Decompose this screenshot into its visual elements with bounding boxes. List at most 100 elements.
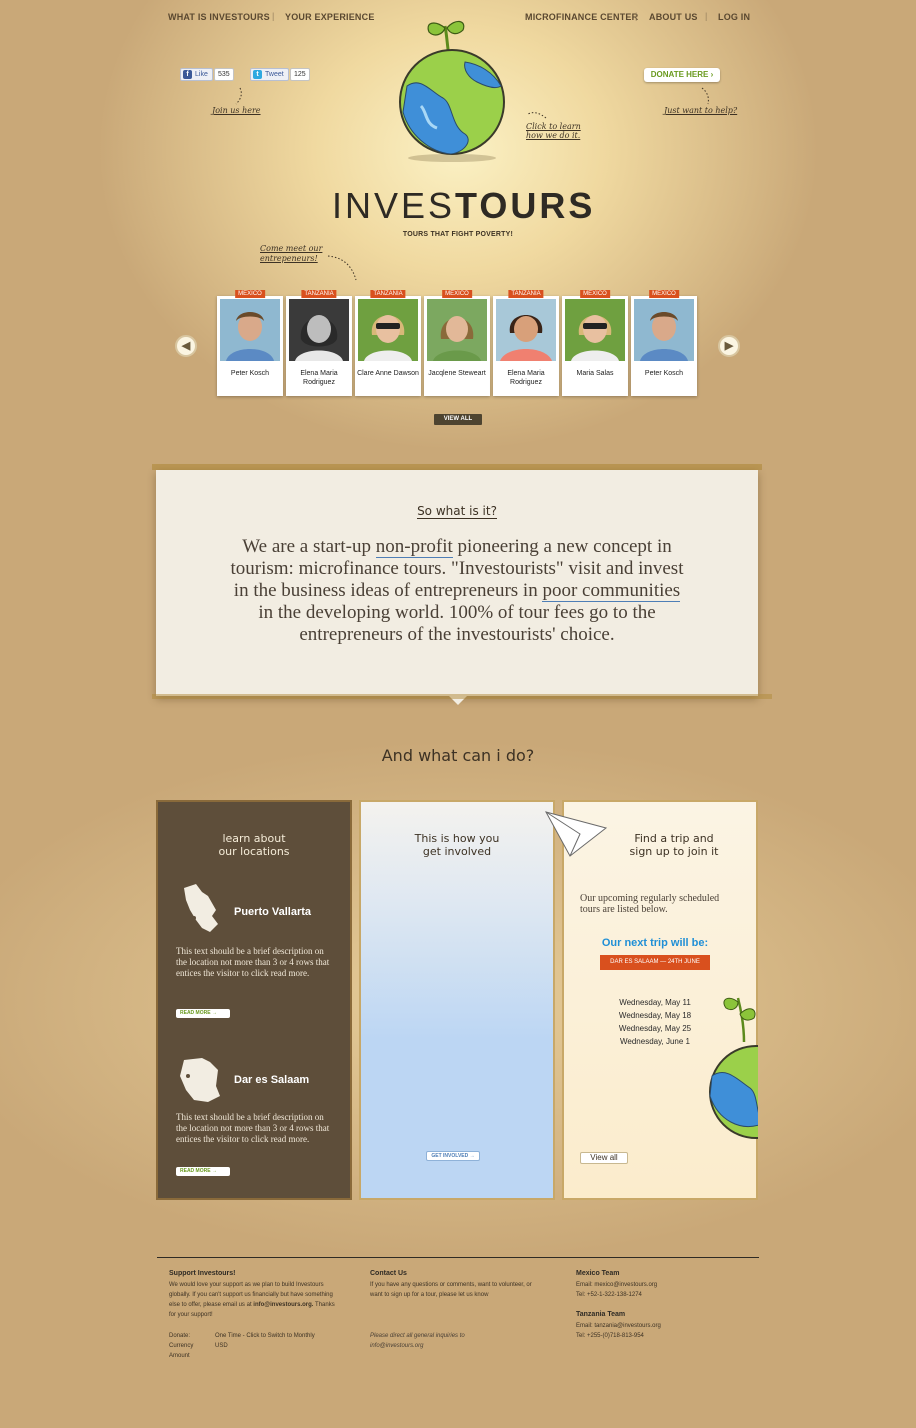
view-all-trips-button[interactable]: View all: [580, 1152, 628, 1164]
location-description: This text should be a brief description …: [176, 1112, 330, 1144]
like-label: Like: [195, 71, 208, 78]
locations-title-line: learn about: [222, 832, 286, 845]
entrepreneurs-note: Come meet our entrepeneurs!: [260, 244, 323, 263]
country-badge: MEXICO: [442, 290, 472, 298]
nav-your-experience[interactable]: YOUR EXPERIENCE: [285, 12, 375, 22]
get-involved-button[interactable]: GET INVOLVED →: [426, 1151, 480, 1161]
mexico-email[interactable]: Email: mexico@investours.org: [576, 1280, 657, 1290]
read-more-label: READ MORE: [180, 1010, 211, 1016]
entrepreneur-name: Elena Maria Rodriguez: [507, 370, 545, 386]
entrepreneur-card[interactable]: TANZANIA Elena Maria Rodriguez: [286, 290, 352, 396]
read-more-button[interactable]: READ MORE →: [176, 1009, 230, 1018]
trip-date[interactable]: Wednesday, May 18: [600, 1009, 710, 1022]
nav-separator: |: [635, 11, 638, 21]
locations-title: learn about our locations: [158, 832, 350, 858]
tweet-count: 125: [290, 68, 310, 81]
entrepreneur-card[interactable]: MEXICO Maria Salas: [562, 290, 628, 396]
globe-logo-icon[interactable]: [395, 16, 513, 164]
poor-communities-link[interactable]: poor communities: [542, 580, 681, 602]
about-text: We are a start-up non-profit pioneering …: [226, 536, 688, 646]
facebook-icon: f: [183, 70, 192, 79]
nav-log-in[interactable]: LOG IN: [718, 12, 750, 22]
tape-edge: [152, 694, 772, 699]
support-email-link[interactable]: info@investours.org.: [253, 1302, 313, 1308]
about-title: So what is it?: [156, 504, 758, 519]
entrepreneur-card[interactable]: MEXICO Peter Kosch: [631, 290, 697, 396]
get-involved-panel: This is how you get involved: [359, 800, 555, 1200]
country-badge: MEXICO: [235, 290, 265, 298]
about-panel: So what is it? We are a start-up non-pro…: [156, 470, 758, 696]
brand-name-thin: INVES: [332, 185, 456, 226]
currency-select[interactable]: USD: [215, 1341, 228, 1351]
avatar: [427, 299, 487, 361]
get-involved-label: GET INVOLVED: [431, 1153, 469, 1159]
dotted-arrow-icon: [235, 87, 242, 105]
tanzania-team-title: Tanzania Team: [576, 1311, 626, 1318]
trip-date[interactable]: Wednesday, June 1: [600, 1035, 710, 1048]
join-note: Join us here: [212, 106, 261, 115]
involved-title: This is how you get involved: [361, 832, 553, 858]
contact-note[interactable]: Please direct all general inquiries to i…: [370, 1331, 500, 1351]
trip-date[interactable]: Wednesday, May 25: [600, 1022, 710, 1035]
read-more-button[interactable]: READ MORE →: [176, 1167, 230, 1176]
brand-logo[interactable]: INVESTOURS: [332, 185, 592, 226]
next-trip-label: Our next trip will be:: [601, 937, 709, 949]
arrow-left-icon: ◀: [181, 340, 191, 352]
entrepreneur-card[interactable]: MEXICO Jacqlene Steweart: [424, 290, 490, 396]
avatar: [289, 299, 349, 361]
location-name: Puerto Vallarta: [234, 906, 312, 918]
support-title: Support Investours!: [169, 1270, 236, 1277]
tanzania-map-icon: [180, 1058, 220, 1102]
donate-label: Donate:: [169, 1333, 191, 1339]
what-can-i-do-text: And what can i do?: [381, 746, 535, 765]
brand-name-bold: TOURS: [455, 185, 596, 226]
about-text-part: in the developing world. 100% of tour fe…: [258, 602, 656, 645]
entrepreneur-name: Jacqlene Steweart: [428, 370, 486, 377]
country-badge: TANZANIA: [301, 290, 337, 298]
globe-note: Click to learn how we do it.: [526, 122, 581, 140]
carousel-next-button[interactable]: ▶: [718, 335, 740, 357]
country-badge: TANZANIA: [508, 290, 544, 298]
mexico-phone: Tel: +52-1-322-138-1274: [576, 1292, 642, 1298]
entrepreneur-card[interactable]: TANZANIA Elena Maria Rodriguez: [493, 290, 559, 396]
entrepreneur-card[interactable]: MEXICO Peter Kosch: [217, 290, 283, 396]
nav-separator: |: [705, 11, 708, 21]
dotted-arrow-icon: [327, 255, 357, 281]
avatar: [634, 299, 694, 361]
entrepreneur-card[interactable]: TANZANIA Clare Anne Dawson: [355, 290, 421, 396]
facebook-like-button[interactable]: f Like: [180, 68, 213, 81]
location-description: This text should be a brief description …: [176, 946, 330, 978]
involved-title-line: This is how you: [414, 832, 500, 845]
avatar: [358, 299, 418, 361]
avatar: [565, 299, 625, 361]
tanzania-email[interactable]: Email: tanzania@investours.org: [576, 1321, 661, 1331]
contact-text: If you have any questions or comments, w…: [370, 1282, 532, 1298]
donate-frequency-toggle[interactable]: One Time - Click to Switch to Monthly: [215, 1331, 315, 1341]
about-title-text: So what is it?: [417, 504, 497, 519]
amount-label: Amount: [169, 1353, 190, 1359]
avatar: [220, 299, 280, 361]
next-trip-badge[interactable]: DAR ES SALAAM — 24TH JUNE: [600, 955, 710, 970]
donate-label: DONATE HERE: [650, 70, 709, 79]
entrepreneur-name: Peter Kosch: [644, 370, 684, 377]
non-profit-link[interactable]: non-profit: [375, 536, 453, 558]
entrepreneur-name: Elena Maria Rodriguez: [300, 370, 338, 386]
nav-about-us[interactable]: ABOUT US: [649, 12, 698, 22]
country-badge: MEXICO: [580, 290, 610, 298]
trip-date[interactable]: Wednesday, May 11: [600, 996, 710, 1009]
tweet-button[interactable]: t Tweet: [250, 68, 289, 81]
nav-microfinance-center[interactable]: MICROFINANCE CENTER: [525, 12, 638, 22]
donate-button[interactable]: DONATE HERE ›: [644, 68, 720, 82]
country-badge: TANZANIA: [370, 290, 406, 298]
nav-what-is-investours[interactable]: WHAT IS INVESTOURS: [168, 12, 270, 22]
read-more-label: READ MORE: [180, 1168, 211, 1174]
tweet-label: Tweet: [265, 71, 284, 78]
contact-title: Contact Us: [370, 1270, 407, 1277]
view-all-entrepreneurs-button[interactable]: VIEW ALL: [434, 414, 482, 425]
support-text: We would love your support as we plan to…: [169, 1280, 339, 1320]
avatar: [496, 299, 556, 361]
twitter-icon: t: [253, 70, 262, 79]
carousel-prev-button[interactable]: ◀: [175, 335, 197, 357]
country-badge: MEXICO: [649, 290, 679, 298]
like-count: 535: [214, 68, 234, 81]
